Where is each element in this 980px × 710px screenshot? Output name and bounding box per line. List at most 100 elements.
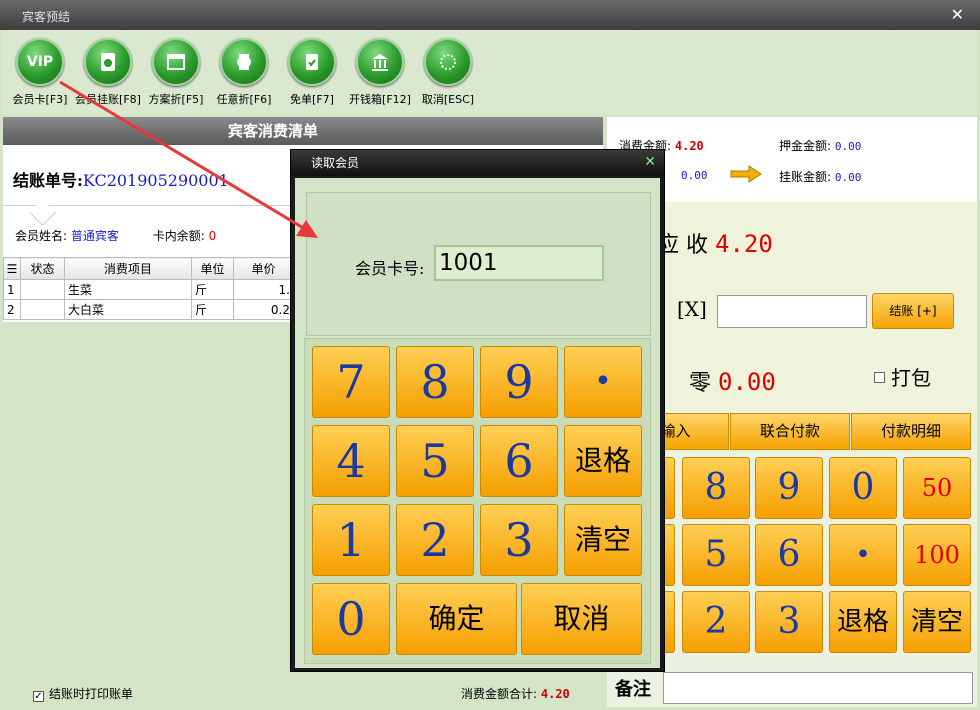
key-100[interactable]: 100 — [903, 524, 971, 586]
cancel-button[interactable]: 取消[ESC] — [413, 38, 483, 107]
dialog-key-clear[interactable]: 清空 — [564, 504, 642, 576]
dialog-key-6[interactable]: 6 — [480, 425, 558, 497]
dialog-key-2[interactable]: 2 — [396, 504, 474, 576]
checkout-button[interactable]: 结账 [+] — [872, 293, 954, 329]
col-item[interactable]: 消费项目 — [64, 257, 192, 280]
change-label: 零 — [689, 371, 712, 396]
deposit-amount-row: 押金金额: 0.00 — [779, 137, 861, 154]
row-index: 2 — [3, 299, 21, 320]
key-5[interactable]: 5 — [682, 524, 750, 586]
left-footer: ✓ 结账时打印账单 消费金额合计: 4.20 — [3, 677, 603, 707]
row-index: 1 — [3, 279, 21, 300]
tab-combined-payment[interactable]: 联合付款 — [730, 413, 850, 450]
arrow-right-icon — [730, 165, 762, 183]
col-status[interactable]: 状态 — [20, 257, 65, 280]
col-unit[interactable]: 单位 — [191, 257, 234, 280]
row-item: 大白菜 — [64, 299, 192, 320]
key-9[interactable]: 9 — [755, 457, 823, 519]
dialog-key-9[interactable]: 9 — [480, 346, 558, 418]
cash-drawer-button[interactable]: 开钱箱[F12] — [345, 38, 415, 107]
col-price[interactable]: 单价 — [233, 257, 294, 280]
member-credit-label: 会员挂账[F8] — [75, 93, 141, 106]
table-row[interactable]: 1 生菜 斤 1. — [3, 279, 294, 300]
checkbox-icon: ✓ — [33, 691, 44, 702]
key-dot[interactable]: • — [829, 524, 897, 586]
dialog-key-5[interactable]: 5 — [396, 425, 474, 497]
dialog-key-7[interactable]: 7 — [312, 346, 390, 418]
member-card-button[interactable]: VIP 会员卡[F3] — [5, 38, 75, 107]
table-row[interactable]: 2 大白菜 斤 0.2 — [3, 299, 294, 320]
remark-input[interactable] — [663, 672, 973, 704]
key-8[interactable]: 8 — [682, 457, 750, 519]
left-amount-row: 0.00 — [681, 168, 708, 182]
dialog-cancel-button[interactable]: 取消 — [521, 583, 642, 655]
dialog-body: 会员卡号: 1001 7 8 9 • 4 5 6 退格 1 2 3 清空 0 确… — [295, 178, 660, 668]
left-amount-value: 0.00 — [681, 169, 708, 182]
header-menu-icon[interactable]: ☰ — [3, 257, 21, 280]
card-number-input[interactable]: 1001 — [434, 245, 604, 281]
card-number-label: 会员卡号: — [355, 259, 425, 278]
key-6[interactable]: 6 — [755, 524, 823, 586]
dialog-key-backspace[interactable]: 退格 — [564, 425, 642, 497]
member-info-row: 会员姓名: 普通宾客 卡内余额: 0 — [15, 227, 216, 244]
dialog-key-dot[interactable]: • — [564, 346, 642, 418]
plan-discount-label: 方案折[F5] — [148, 93, 204, 106]
row-item: 生菜 — [64, 279, 192, 300]
print-on-checkout-checkbox[interactable]: ✓ 结账时打印账单 — [33, 685, 133, 702]
total-row: 消费金额合计: 4.20 — [461, 685, 570, 702]
row-unit: 斤 — [191, 279, 234, 300]
bill-number: KC201905290001 — [82, 171, 229, 190]
card-input-area: 会员卡号: 1001 — [306, 192, 651, 336]
close-icon[interactable]: ✕ — [644, 154, 656, 170]
dialog-key-8[interactable]: 8 — [396, 346, 474, 418]
consume-value: 4.20 — [674, 139, 704, 153]
any-discount-label: 任意折[F6] — [216, 93, 272, 106]
free-order-label: 免单[F7] — [290, 93, 334, 106]
key-backspace[interactable]: 退格 — [829, 591, 897, 653]
key-clear[interactable]: 清空 — [903, 591, 971, 653]
change-row: 零 0.00 — [689, 365, 776, 397]
document-icon — [84, 38, 132, 86]
dialog-confirm-button[interactable]: 确定 — [396, 583, 517, 655]
dialog-key-0[interactable]: 0 — [312, 583, 390, 655]
row-price: 0.2 — [233, 299, 294, 320]
free-order-button[interactable]: 免单[F7] — [277, 38, 347, 107]
tab-payment-detail[interactable]: 付款明细 — [851, 413, 971, 450]
bill-number-row: 结账单号:KC201905290001 — [13, 167, 229, 191]
key-3[interactable]: 3 — [755, 591, 823, 653]
deposit-value: 0.00 — [834, 140, 862, 153]
dialog-title: 读取会员 — [291, 150, 664, 176]
dialog-keypad: 7 8 9 • 4 5 6 退格 1 2 3 清空 0 确定 取消 — [304, 338, 651, 664]
bill-number-label: 结账单号: — [13, 171, 83, 190]
pack-checkbox[interactable]: 打包 — [874, 362, 931, 391]
key-0[interactable]: 0 — [829, 457, 897, 519]
key-2[interactable]: 2 — [682, 591, 750, 653]
credit-amount-row: 挂账金额: 0.00 — [779, 168, 861, 185]
close-icon[interactable]: ✕ — [951, 5, 964, 24]
consumption-table: ☰ 状态 消费项目 单位 单价 1 生菜 斤 1. 2 大白菜 斤 0.2 — [3, 257, 294, 320]
checkbox-icon — [874, 372, 885, 383]
x-label: [X] — [677, 297, 707, 321]
panel-header: 宾客消费清单 — [3, 117, 603, 145]
key-50[interactable]: 50 — [903, 457, 971, 519]
member-credit-button[interactable]: 会员挂账[F8] — [73, 38, 143, 107]
vip-icon: VIP — [16, 38, 64, 86]
row-unit: 斤 — [191, 299, 234, 320]
dialog-key-3[interactable]: 3 — [480, 504, 558, 576]
window-title: 宾客预结 — [22, 10, 71, 24]
print-checkbox-label: 结账时打印账单 — [49, 687, 134, 701]
dialog-key-1[interactable]: 1 — [312, 504, 390, 576]
total-label: 消费金额合计: — [461, 687, 538, 701]
any-discount-button[interactable]: 任意折[F6] — [209, 38, 279, 107]
deposit-label: 押金金额: — [779, 139, 832, 153]
dialog-key-4[interactable]: 4 — [312, 425, 390, 497]
window-icon — [152, 38, 200, 86]
card-balance: 0 — [208, 229, 217, 243]
payment-input[interactable] — [717, 295, 867, 328]
row-price: 1. — [233, 279, 294, 300]
spinner-icon — [424, 38, 472, 86]
change-value: 0.00 — [718, 368, 776, 396]
member-name-label: 会员姓名: — [15, 229, 68, 243]
plan-discount-button[interactable]: 方案折[F5] — [141, 38, 211, 107]
card-balance-label: 卡内余额: — [152, 229, 205, 243]
